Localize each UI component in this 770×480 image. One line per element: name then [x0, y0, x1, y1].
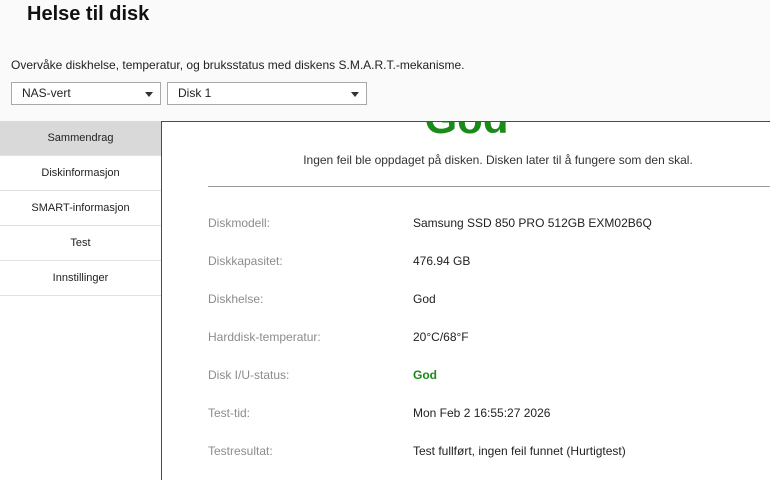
disk-health-value: God [413, 292, 436, 306]
sidebar-item-summary[interactable]: Sammendrag [0, 121, 161, 156]
summary-panel: God Ingen feil ble oppdaget på disken. D… [163, 122, 770, 480]
disk-capacity-label: Diskkapasitet: [208, 254, 283, 268]
disk-select-value: Disk 1 [178, 86, 212, 100]
disk-model-label: Diskmodell: [208, 216, 271, 230]
sidebar: Sammendrag Diskinformasjon SMART-informa… [0, 121, 162, 480]
disk-temperature-value: 20°C/68°F [413, 330, 469, 344]
sidebar-item-disk-info[interactable]: Diskinformasjon [0, 156, 161, 191]
chevron-down-icon [351, 92, 359, 97]
health-message: Ingen feil ble oppdaget på disken. Diske… [303, 153, 693, 167]
test-time-label: Test-tid: [208, 406, 251, 420]
disk-capacity-value: 476.94 GB [413, 254, 471, 268]
test-result-value: Test fullført, ingen feil funnet (Hurtig… [413, 444, 626, 458]
divider [208, 186, 770, 187]
disk-io-status-value: God [413, 368, 437, 382]
nas-host-select[interactable]: NAS-vert [11, 82, 161, 105]
health-status: God [163, 122, 770, 144]
sidebar-item-test[interactable]: Test [0, 226, 161, 261]
disk-temperature-label: Harddisk-temperatur: [208, 330, 321, 344]
page-header: Helse til disk Overvåke diskhelse, tempe… [0, 0, 770, 121]
nas-host-select-value: NAS-vert [22, 86, 71, 100]
test-time-value: Mon Feb 2 16:55:27 2026 [413, 406, 551, 420]
disk-health-label: Diskhelse: [208, 292, 264, 306]
page-description: Overvåke diskhelse, temperatur, og bruks… [11, 58, 465, 72]
disk-io-status-label: Disk I/U-status: [208, 368, 290, 382]
page-title: Helse til disk [27, 3, 150, 25]
test-result-label: Testresultat: [208, 444, 273, 458]
chevron-down-icon [145, 92, 153, 97]
sidebar-item-smart-info[interactable]: SMART-informasjon [0, 191, 161, 226]
sidebar-item-settings[interactable]: Innstillinger [0, 261, 161, 296]
disk-model-value: Samsung SSD 850 PRO 512GB EXM02B6Q [413, 216, 652, 230]
disk-select[interactable]: Disk 1 [167, 82, 367, 105]
